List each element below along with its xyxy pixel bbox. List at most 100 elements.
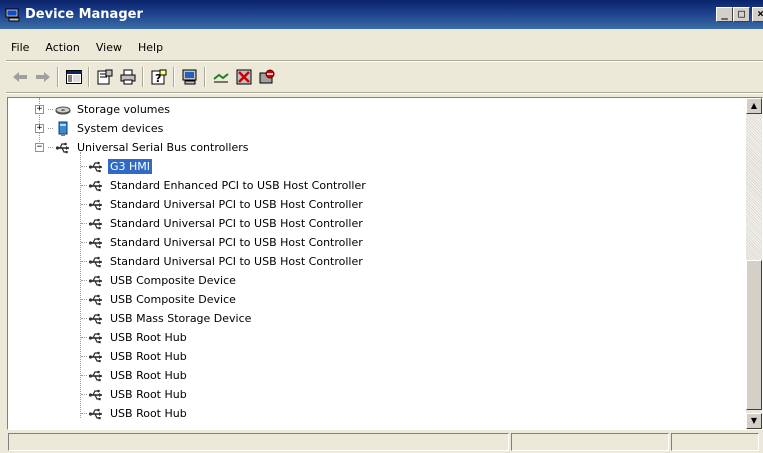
usb-icon <box>88 275 102 286</box>
scan-hardware-icon <box>182 69 196 85</box>
print-icon <box>120 69 135 85</box>
arrow-up-icon: ▲ <box>750 101 758 110</box>
status-bar <box>0 433 763 453</box>
tree-connector <box>81 413 87 414</box>
tree-connector <box>48 109 53 110</box>
help-button[interactable]: ? <box>147 66 170 88</box>
back-icon <box>12 72 27 82</box>
uninstall-icon <box>236 69 251 85</box>
usb-device-row[interactable]: USB Root Hub <box>81 366 189 385</box>
status-pane-2 <box>511 433 669 451</box>
menu-view[interactable]: View <box>88 41 130 54</box>
back-button[interactable] <box>8 66 31 88</box>
tree-connector <box>81 375 87 376</box>
close-button[interactable]: × <box>752 7 763 22</box>
usb-icon <box>88 237 102 248</box>
tree-connector <box>81 223 87 224</box>
tree-connector <box>81 299 87 300</box>
scroll-thumb[interactable] <box>746 260 762 410</box>
usb-device-row[interactable]: USB Root Hub <box>81 347 189 366</box>
device-label: Standard Universal PCI to USB Host Contr… <box>110 198 363 211</box>
disable-icon <box>259 69 274 84</box>
usb-icon <box>55 142 69 153</box>
update-driver-button[interactable] <box>209 66 232 88</box>
tree-item-usb-controllers[interactable]: − Universal Serial Bus controllers <box>35 138 250 157</box>
usb-icon <box>88 389 102 400</box>
usb-icon <box>88 351 102 362</box>
tree-item-system-devices[interactable]: + System devices <box>35 119 165 138</box>
usb-device-row[interactable]: Standard Universal PCI to USB Host Contr… <box>81 195 365 214</box>
usb-device-row[interactable]: Standard Enhanced PCI to USB Host Contro… <box>81 176 368 195</box>
scan-hardware-button[interactable] <box>178 66 201 88</box>
usb-device-row[interactable]: USB Composite Device <box>81 290 238 309</box>
minimize-button[interactable]: _ <box>716 7 733 22</box>
usb-device-row[interactable]: USB Root Hub <box>81 328 189 347</box>
update-driver-icon <box>212 73 229 83</box>
usb-icon <box>88 313 102 324</box>
usb-icon <box>88 180 102 191</box>
usb-icon <box>88 199 102 210</box>
properties-button[interactable] <box>93 66 116 88</box>
scroll-down-button[interactable]: ▼ <box>746 413 762 429</box>
menu-action[interactable]: Action <box>37 41 87 54</box>
status-pane-3 <box>671 433 759 451</box>
print-button[interactable] <box>116 66 139 88</box>
console-tree-button[interactable] <box>62 66 85 88</box>
device-label: USB Root Hub <box>110 350 187 363</box>
tree-connector <box>81 261 87 262</box>
storage-volume-icon <box>55 106 71 114</box>
tree-item-label: System devices <box>77 122 164 135</box>
usb-icon <box>88 161 102 172</box>
window-title: Device Manager <box>25 7 143 22</box>
usb-icon <box>88 332 102 343</box>
menu-file[interactable]: File <box>0 41 37 54</box>
tree-connector <box>48 128 53 129</box>
tree-connector <box>81 394 87 395</box>
system-device-icon <box>58 121 68 136</box>
usb-device-row[interactable]: USB Composite Device <box>81 271 238 290</box>
device-label: USB Composite Device <box>110 274 236 287</box>
menu-bar: File Action View Help <box>0 37 171 57</box>
device-tree-panel: + Storage volumes + System devices − Uni… <box>7 97 763 430</box>
toolbar-separator <box>142 67 144 87</box>
device-label: Standard Universal PCI to USB Host Contr… <box>110 236 363 249</box>
usb-device-row[interactable]: Standard Universal PCI to USB Host Contr… <box>81 252 365 271</box>
collapse-toggle[interactable]: − <box>35 143 44 152</box>
usb-icon <box>88 370 102 381</box>
usb-device-row[interactable]: G3 HMI <box>81 157 153 176</box>
menu-help[interactable]: Help <box>130 41 171 54</box>
uninstall-button[interactable] <box>232 66 255 88</box>
device-label-selected: G3 HMI <box>108 159 153 174</box>
caption-buttons: _ □ × <box>716 7 763 22</box>
forward-button[interactable] <box>31 66 54 88</box>
arrow-down-icon: ▼ <box>750 416 758 425</box>
usb-device-row[interactable]: USB Mass Storage Device <box>81 309 253 328</box>
maximize-button[interactable]: □ <box>733 7 750 22</box>
tree-connector <box>81 356 87 357</box>
tree-connector <box>81 166 87 167</box>
device-label: USB Root Hub <box>110 407 187 420</box>
tree-item-storage-volumes[interactable]: + Storage volumes <box>35 100 172 119</box>
usb-device-row[interactable]: USB Root Hub <box>81 404 189 423</box>
device-label: USB Mass Storage Device <box>110 312 252 325</box>
scroll-up-button[interactable]: ▲ <box>746 98 762 114</box>
device-label: Standard Enhanced PCI to USB Host Contro… <box>110 179 366 192</box>
toolbar-separator <box>173 67 175 87</box>
usb-device-row[interactable]: USB Root Hub <box>81 385 189 404</box>
expand-toggle[interactable]: + <box>35 105 44 114</box>
device-tree[interactable]: + Storage volumes + System devices − Uni… <box>8 98 746 429</box>
usb-device-row[interactable]: Standard Universal PCI to USB Host Contr… <box>81 214 365 233</box>
console-tree-icon <box>65 70 82 84</box>
disable-button[interactable] <box>255 66 278 88</box>
expand-toggle[interactable]: + <box>35 124 44 133</box>
device-label: USB Root Hub <box>110 331 187 344</box>
tree-connector <box>81 242 87 243</box>
device-label: Standard Universal PCI to USB Host Contr… <box>110 255 363 268</box>
usb-device-row[interactable]: Standard Universal PCI to USB Host Contr… <box>81 233 365 252</box>
device-label: USB Root Hub <box>110 369 187 382</box>
forward-icon <box>35 72 50 82</box>
usb-icon <box>88 218 102 229</box>
title-bar[interactable]: Device Manager _ □ × <box>0 0 763 29</box>
vertical-scrollbar[interactable]: ▲ ▼ <box>746 98 762 429</box>
tree-connector <box>81 337 87 338</box>
